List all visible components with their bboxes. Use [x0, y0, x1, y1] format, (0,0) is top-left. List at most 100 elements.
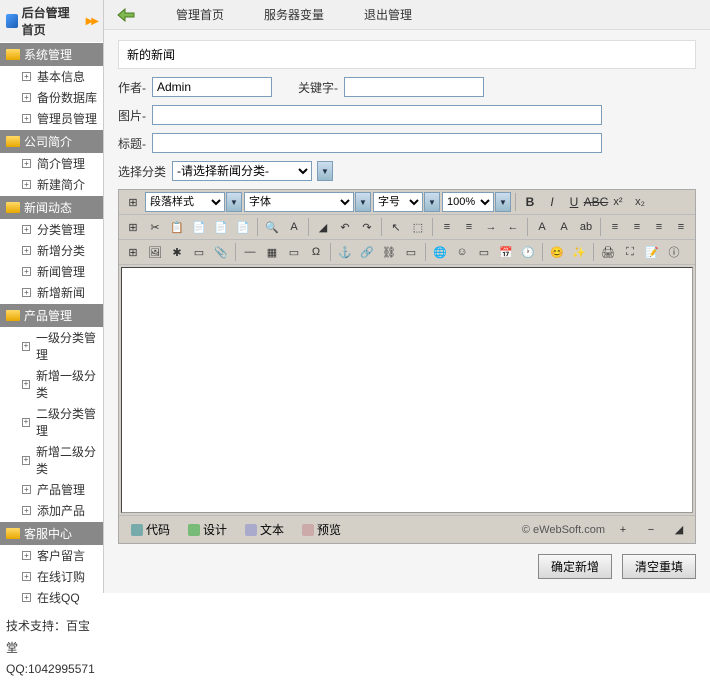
sidebar-item[interactable]: +一级分类管理 [0, 327, 103, 365]
list-ordered-icon[interactable]: ≡ [437, 217, 457, 237]
underline-icon[interactable]: U [564, 192, 584, 212]
align-center-icon[interactable]: ≡ [627, 217, 647, 237]
subscript-icon[interactable]: x₂ [630, 192, 650, 212]
section-header[interactable]: 系统管理 [0, 43, 103, 66]
expand-icon[interactable]: ⊞ [123, 192, 143, 212]
para-style-select[interactable]: 段落样式 [145, 192, 225, 212]
size-select[interactable]: 字号 [373, 192, 423, 212]
image-icon[interactable]: 🖼 [145, 242, 165, 262]
sidebar-item[interactable]: +简介管理 [0, 153, 103, 174]
redo-icon[interactable]: ↷ [357, 217, 377, 237]
replace-icon[interactable]: A [284, 217, 304, 237]
sidebar-item[interactable]: +客户留言 [0, 545, 103, 566]
about-icon[interactable]: ⓘ [664, 242, 684, 262]
sidebar-item[interactable]: +备份数据库 [0, 87, 103, 108]
chevron-down-icon[interactable]: ▼ [317, 161, 333, 181]
sidebar-item[interactable]: +新增二级分类 [0, 441, 103, 479]
art-icon[interactable]: ✨ [569, 242, 589, 262]
keyword-input[interactable] [344, 77, 484, 97]
sidebar-item[interactable]: +新闻管理 [0, 261, 103, 282]
outdent-icon[interactable]: ← [503, 217, 523, 237]
emoticon-icon[interactable]: 😊 [547, 242, 567, 262]
italic-icon[interactable]: I [542, 192, 562, 212]
media-icon[interactable]: ▭ [189, 242, 209, 262]
mode-code[interactable]: 代码 [125, 519, 176, 540]
align-right-icon[interactable]: ≡ [649, 217, 669, 237]
plus-icon[interactable]: + [613, 520, 633, 540]
undo-icon[interactable]: ↶ [335, 217, 355, 237]
mode-text[interactable]: 文本 [239, 519, 290, 540]
cut-icon[interactable]: ✂ [145, 217, 165, 237]
section-header[interactable]: 产品管理 [0, 304, 103, 327]
bg-color-icon[interactable]: A [554, 217, 574, 237]
paste-text-icon[interactable]: 📄 [211, 217, 231, 237]
list-unordered-icon[interactable]: ≡ [459, 217, 479, 237]
print-icon[interactable]: 🖨 [598, 242, 618, 262]
highlight-icon[interactable]: ab [576, 217, 596, 237]
submit-button[interactable]: 确定新增 [538, 554, 612, 579]
font-color-icon[interactable]: A [532, 217, 552, 237]
select-all-icon[interactable]: ⬚ [408, 217, 428, 237]
sidebar-item[interactable]: +新建简介 [0, 174, 103, 195]
sidebar-item[interactable]: +产品管理 [0, 479, 103, 500]
table-icon[interactable]: ▦ [262, 242, 282, 262]
nav-server[interactable]: 服务器变量 [264, 6, 324, 23]
copy-icon[interactable]: 📋 [167, 217, 187, 237]
sidebar-item[interactable]: +新增一级分类 [0, 365, 103, 403]
section-header[interactable]: 新闻动态 [0, 196, 103, 219]
back-arrow-icon[interactable] [116, 7, 136, 23]
link-icon[interactable]: 🔗 [357, 242, 377, 262]
author-input[interactable] [152, 77, 272, 97]
sidebar-item[interactable]: +在线QQ [0, 587, 103, 608]
sidebar-item[interactable]: +管理员管理 [0, 108, 103, 129]
indent-icon[interactable]: → [481, 217, 501, 237]
align-justify-icon[interactable]: ≡ [671, 217, 691, 237]
hr-icon[interactable]: — [240, 242, 260, 262]
chevron-down-icon[interactable]: ▼ [424, 192, 440, 212]
mode-design[interactable]: 设计 [182, 519, 233, 540]
sidebar-item[interactable]: +在线订购 [0, 566, 103, 587]
sidebar-item[interactable]: +二级分类管理 [0, 403, 103, 441]
zoom-select[interactable]: 100% [442, 192, 494, 212]
sidebar-item[interactable]: +添加产品 [0, 500, 103, 521]
category-select[interactable]: -请选择新闻分类- [172, 161, 312, 181]
sidebar-item[interactable]: +基本信息 [0, 66, 103, 87]
section-header[interactable]: 公司简介 [0, 130, 103, 153]
template-icon[interactable]: ▭ [474, 242, 494, 262]
nav-home[interactable]: 管理首页 [176, 6, 224, 23]
expand-icon[interactable]: ⊞ [123, 242, 143, 262]
sidebar-item[interactable]: +新增新闻 [0, 282, 103, 303]
unlink-icon[interactable]: ⛓ [379, 242, 399, 262]
section-header[interactable]: 客服中心 [0, 522, 103, 545]
font-select[interactable]: 字体 [244, 192, 354, 212]
align-left-icon[interactable]: ≡ [605, 217, 625, 237]
face-icon[interactable]: ☺ [452, 242, 472, 262]
date-icon[interactable]: 📅 [496, 242, 516, 262]
cursor-icon[interactable]: ↖ [386, 217, 406, 237]
mode-preview[interactable]: 预览 [296, 519, 347, 540]
eraser-icon[interactable]: ◢ [313, 217, 333, 237]
title-input[interactable] [152, 133, 602, 153]
image-input[interactable] [152, 105, 602, 125]
paste-icon[interactable]: 📄 [189, 217, 209, 237]
editor-textarea[interactable] [121, 267, 693, 513]
resize-icon[interactable]: ◢ [669, 520, 689, 540]
fullscreen-icon[interactable]: ⛶ [620, 242, 640, 262]
anchor-icon[interactable]: ⚓ [335, 242, 355, 262]
sidebar-item[interactable]: +分类管理 [0, 219, 103, 240]
reset-button[interactable]: 清空重填 [622, 554, 696, 579]
chevron-down-icon[interactable]: ▼ [355, 192, 371, 212]
map-icon[interactable]: ▭ [401, 242, 421, 262]
bold-icon[interactable]: B [520, 192, 540, 212]
flash-icon[interactable]: ✱ [167, 242, 187, 262]
special-char-icon[interactable]: Ω [306, 242, 326, 262]
time-icon[interactable]: 🕐 [518, 242, 538, 262]
find-icon[interactable]: 🔍 [262, 217, 282, 237]
marquee-icon[interactable]: ▭ [284, 242, 304, 262]
file-icon[interactable]: 📎 [211, 242, 231, 262]
strike-icon[interactable]: ABC [586, 192, 606, 212]
superscript-icon[interactable]: x² [608, 192, 628, 212]
chevron-down-icon[interactable]: ▼ [226, 192, 242, 212]
source-icon[interactable]: 📝 [642, 242, 662, 262]
minus-icon[interactable]: − [641, 520, 661, 540]
